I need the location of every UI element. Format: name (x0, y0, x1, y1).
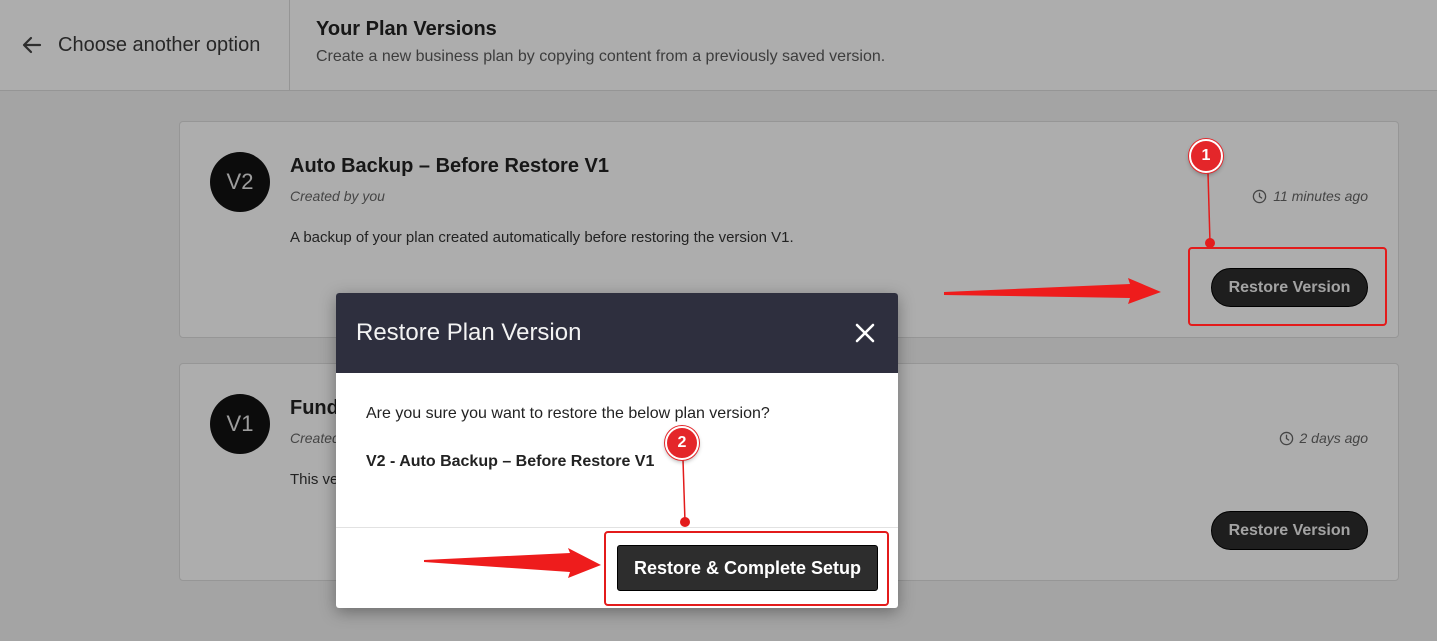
modal-question: Are you sure you want to restore the bel… (366, 405, 770, 422)
modal-header: Restore Plan Version (336, 293, 898, 373)
modal-version-name: V2 - Auto Backup – Before Restore V1 (366, 453, 655, 470)
modal-title: Restore Plan Version (356, 319, 582, 346)
annotation-highlight-2 (604, 531, 889, 606)
close-icon[interactable] (854, 322, 876, 344)
step-2-badge: 2 (665, 426, 699, 460)
annotation-highlight-1 (1188, 247, 1387, 326)
modal-body: Are you sure you want to restore the bel… (336, 373, 898, 528)
step-1-badge: 1 (1189, 139, 1223, 173)
